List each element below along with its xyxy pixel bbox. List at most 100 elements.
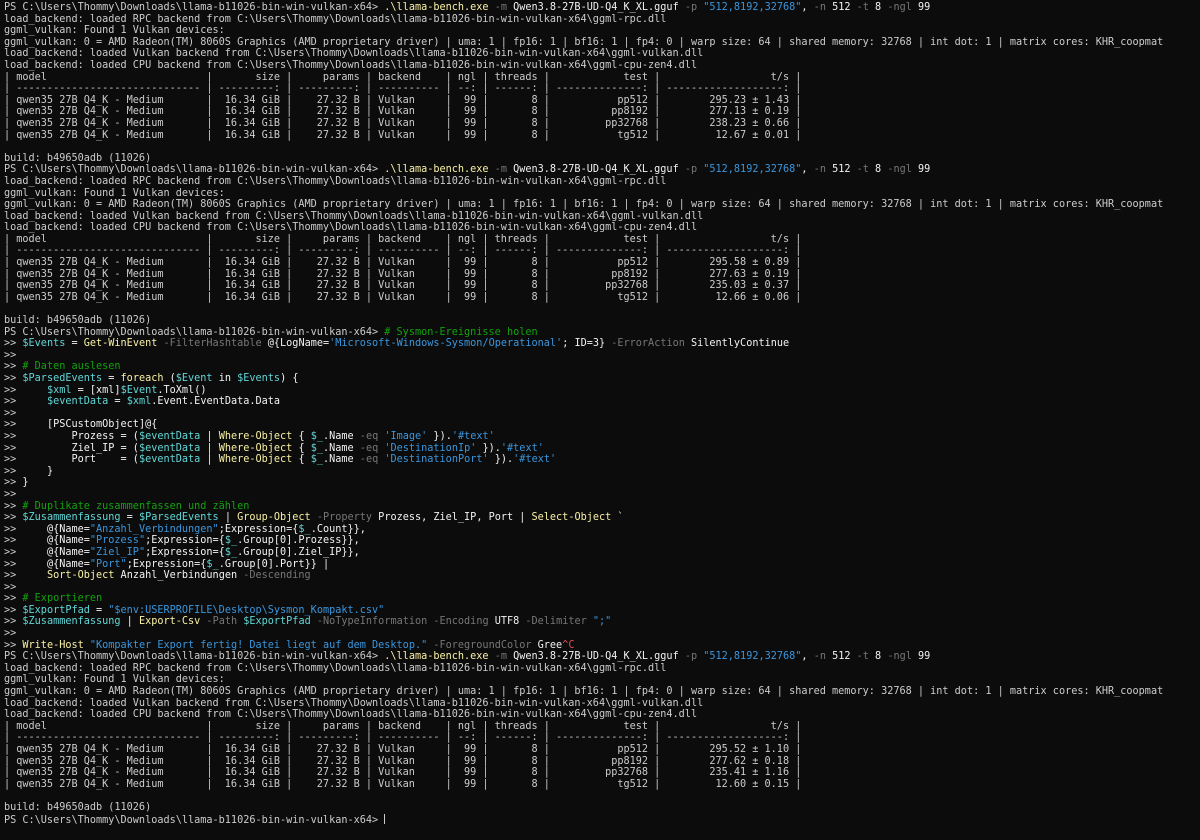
- script-line: >> # Duplikate zusammenfassen und zählen: [4, 501, 1200, 513]
- script-token: Gree: [531, 639, 563, 651]
- bench-table-row-text: | qwen35 27B Q4_K - Medium | 16.34 GiB |…: [4, 268, 802, 280]
- script-token: = [xml]: [71, 384, 121, 396]
- script-token: $eventData: [138, 442, 201, 454]
- command-arg: "512,8192,32768": [697, 164, 802, 176]
- prompt-text: PS C:\Users\Thommy\Downloads\llama-b1102…: [4, 651, 385, 663]
- command-exe: .\llama-bench.exe: [384, 2, 489, 13]
- continuation-prompt: >>: [4, 546, 23, 558]
- terminal-window[interactable]: PS C:\Users\Thommy\Downloads\llama-b1102…: [0, 0, 1200, 840]
- bench-table-row-text: | qwen35 27B Q4_K - Medium | 16.34 GiB |…: [4, 767, 802, 779]
- script-token: @{LogName=: [261, 338, 330, 350]
- log-line-text: load_backend: loaded Vulkan backend from…: [4, 210, 704, 222]
- script-token: ) {: [280, 373, 299, 384]
- log-line: load_backend: loaded Vulkan backend from…: [4, 698, 1200, 710]
- continuation-prompt: >>: [4, 558, 23, 570]
- log-line-text: ggml_vulkan: Found 1 Vulkan devices:: [4, 187, 225, 199]
- script-token: |: [200, 454, 219, 466]
- script-token: $_: [224, 546, 238, 558]
- script-token: =: [65, 338, 84, 350]
- command-arg: Qwen3.8-27B-UD-Q4_K_XL.gguf: [506, 651, 679, 663]
- script-line: >>: [4, 628, 1200, 640]
- continuation-prompt: >>: [4, 477, 23, 489]
- script-token: foreach: [120, 373, 164, 384]
- current-prompt-line[interactable]: PS C:\Users\Thommy\Downloads\llama-b1102…: [4, 813, 1200, 826]
- log-line: load_backend: loaded Vulkan backend from…: [4, 48, 1200, 60]
- script-token: Prozess = (: [22, 430, 139, 442]
- script-line: >> $Zusammenfassung = $ParsedEvents | Gr…: [4, 512, 1200, 524]
- script-token: -FilterHashtable: [157, 338, 262, 350]
- script-token: .Name: [323, 430, 354, 442]
- command-arg: 8: [868, 651, 882, 663]
- script-line: >> Write-Host "Kompakter Export fertig! …: [4, 640, 1200, 652]
- command-arg: ,: [801, 164, 814, 176]
- script-token: -Descending: [237, 570, 311, 582]
- script-token: "$env:USERPROFILE\Desktop\Sysmon_Kompakt…: [108, 604, 385, 616]
- command-line: PS C:\Users\Thommy\Downloads\llama-b1102…: [4, 164, 1200, 176]
- script-token: .Name: [323, 442, 354, 454]
- bench-table-row-text: | model | size | params | backend | ngl …: [4, 720, 802, 732]
- bench-table-row: | qwen35 27B Q4_K - Medium | 16.34 GiB |…: [4, 779, 1200, 791]
- bench-table-row: | model | size | params | backend | ngl …: [4, 234, 1200, 246]
- bench-table-row-text: | model | size | params | backend | ngl …: [4, 233, 802, 245]
- command-line: PS C:\Users\Thommy\Downloads\llama-b1102…: [4, 2, 1200, 14]
- bench-table-row: | qwen35 27B Q4_K - Medium | 16.34 GiB |…: [4, 95, 1200, 107]
- continuation-prompt: >>: [4, 384, 23, 396]
- script-token: =: [108, 396, 127, 408]
- script-token: $Events: [22, 338, 66, 350]
- script-line: >> # Daten auslesen: [4, 361, 1200, 373]
- script-token: {: [292, 442, 311, 454]
- script-token: @{Name=: [22, 546, 90, 558]
- log-line: load_backend: loaded Vulkan backend from…: [4, 211, 1200, 223]
- script-token: 'DestinationIp': [378, 442, 477, 454]
- script-line: >> Ziel_IP = ($eventData | Where-Object …: [4, 443, 1200, 455]
- script-token: @{Name=: [22, 523, 90, 535]
- command-arg: -n: [813, 651, 826, 663]
- script-token: Anzahl_Verbindungen: [114, 570, 238, 582]
- command-arg: ,: [801, 2, 814, 13]
- continuation-prompt: >>: [4, 535, 23, 547]
- log-line: load_backend: loaded RPC backend from C:…: [4, 14, 1200, 26]
- script-token: [22, 396, 47, 407]
- bench-table-row: | qwen35 27B Q4_K - Medium | 16.34 GiB |…: [4, 767, 1200, 779]
- command-arg: 99: [911, 164, 931, 176]
- continuation-prompt: >>: [4, 442, 23, 454]
- script-token: '#text': [500, 442, 544, 454]
- script-token: $ParsedEvents: [138, 512, 219, 524]
- script-token: ;Expression={: [145, 535, 225, 547]
- bench-table-row: | qwen35 27B Q4_K - Medium | 16.34 GiB |…: [4, 257, 1200, 269]
- script-line: PS C:\Users\Thommy\Downloads\llama-b1102…: [4, 327, 1200, 339]
- command-arg: -m: [488, 2, 507, 13]
- script-line: >> Prozess = ($eventData | Where-Object …: [4, 431, 1200, 443]
- command-arg: Qwen3.8-27B-UD-Q4_K_XL.gguf: [506, 2, 679, 13]
- continuation-prompt: >>: [4, 454, 23, 466]
- command-arg: 512: [825, 164, 851, 176]
- command-arg: ,: [801, 651, 814, 663]
- script-token: "Ziel_IP": [89, 546, 146, 558]
- script-token: $eventData: [138, 454, 201, 466]
- script-token: Get-WinEvent: [83, 338, 158, 350]
- script-token: }).: [488, 454, 514, 466]
- script-token: [22, 385, 47, 396]
- script-token: Export-Csv: [138, 616, 201, 628]
- script-token: Ziel_IP = (: [22, 442, 139, 454]
- bench-table-row: | qwen35 27B Q4_K - Medium | 16.34 GiB |…: [4, 280, 1200, 292]
- bench-table-row: | qwen35 27B Q4_K - Medium | 16.34 GiB |…: [4, 756, 1200, 768]
- prompt-text: PS C:\Users\Thommy\Downloads\llama-b1102…: [4, 814, 385, 826]
- script-token: @{Name=: [22, 535, 90, 547]
- script-token: Sort-Object: [46, 570, 115, 582]
- bench-table-row: | qwen35 27B Q4_K - Medium | 16.34 GiB |…: [4, 292, 1200, 304]
- script-token: $_: [224, 535, 238, 547]
- script-token: UTF8: [488, 616, 520, 628]
- script-token: Where-Object: [218, 442, 293, 454]
- command-arg: -p: [678, 2, 698, 13]
- script-token: {: [292, 430, 311, 442]
- script-token: # Sysmon-Ereignisse holen: [384, 326, 538, 338]
- continuation-prompt: >>: [4, 500, 23, 512]
- log-line-text: load_backend: loaded RPC backend from C:…: [4, 662, 667, 674]
- script-token: $Events: [237, 373, 281, 384]
- bench-table-row-text: | qwen35 27B Q4_K - Medium | 16.34 GiB |…: [4, 257, 802, 269]
- continuation-prompt: >>: [4, 628, 23, 640]
- command-exe: .\llama-bench.exe: [384, 651, 489, 663]
- script-token: {: [292, 454, 311, 466]
- bench-table-row-text: | qwen35 27B Q4_K - Medium | 16.34 GiB |…: [4, 744, 802, 755]
